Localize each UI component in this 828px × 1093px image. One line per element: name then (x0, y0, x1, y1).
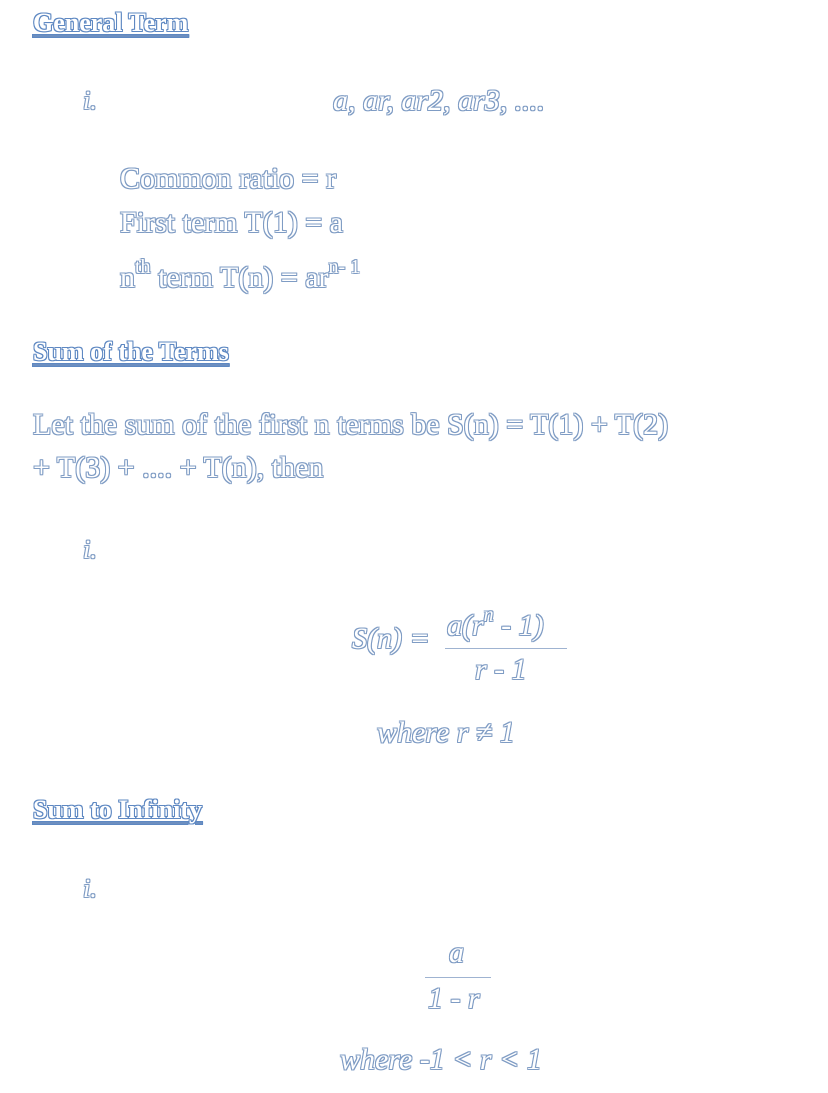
numerator-exponent: n (483, 604, 494, 626)
sum-to-infinity-numeral: i. (83, 874, 97, 903)
infinity-fraction-bar (425, 977, 491, 978)
nth-term-sup: th (135, 256, 151, 278)
infinity-condition: where -1 < r < 1 (340, 1043, 542, 1076)
numerator-part-b: - 1) (493, 609, 544, 642)
sequence-text: a, ar, ar2, ar3, .... (333, 84, 545, 117)
nth-term-line: nth term T(n) = arn- 1 (120, 256, 360, 295)
nth-term-n: n (120, 261, 135, 294)
sum-formula-denominator: r - 1 (475, 653, 527, 686)
sum-intro-line-1: Let the sum of the first n terms be S(n)… (33, 408, 669, 441)
first-term-line: First term T(1) = a (120, 206, 343, 239)
general-term-heading: General Term (33, 8, 189, 37)
infinity-denominator: 1 - r (428, 982, 480, 1015)
sum-condition: where r ≠ 1 (377, 716, 515, 749)
general-term-numeral: i. (83, 86, 97, 115)
nth-term-exponent: n- 1 (328, 256, 361, 278)
sum-formula-lhs: S(n) = (352, 622, 430, 655)
sum-of-terms-numeral: i. (83, 535, 97, 564)
numerator-part-a: a(r (447, 609, 484, 642)
sum-intro-line-2: + T(3) + .... + T(n), then (33, 451, 324, 484)
common-ratio-line: Common ratio = r (120, 162, 337, 195)
sum-of-terms-heading: Sum of the Terms (33, 337, 229, 366)
nth-term-mid: term T(n) = ar (150, 261, 329, 294)
sum-formula-numerator: a(rn - 1) (447, 604, 544, 643)
sum-to-infinity-heading: Sum to Infinity (33, 795, 203, 824)
sum-fraction-bar (445, 648, 567, 649)
infinity-numerator: a (449, 936, 464, 969)
